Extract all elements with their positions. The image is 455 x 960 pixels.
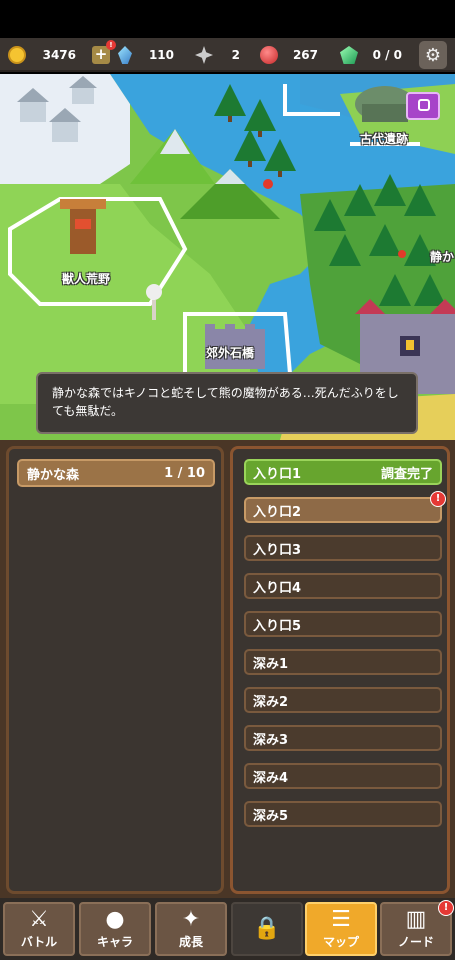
stage-entrance-3[interactable]: 入り口3	[244, 535, 442, 561]
gold-value: 3476	[42, 48, 76, 62]
stage-entrance-1[interactable]: 入り口1 調査完了	[244, 459, 442, 485]
ruby-icon	[260, 46, 278, 64]
nav-battle[interactable]: ⚔ バトル	[3, 902, 75, 956]
stage-label: 入り口3	[253, 542, 302, 558]
nav-chara[interactable]: ● キャラ	[79, 902, 151, 956]
area-name: 静かな森	[27, 467, 80, 483]
person-icon: ●	[105, 907, 125, 932]
map-label-ancient-ruins[interactable]: 古代遺跡	[360, 130, 408, 147]
crystal-icon	[118, 46, 132, 64]
notification-badge: !	[106, 40, 116, 50]
sparkle-icon: ✦	[181, 907, 201, 932]
book-icon: ▥	[405, 907, 427, 932]
camera-button[interactable]	[406, 92, 440, 120]
gold-coin-icon	[8, 46, 26, 64]
lock-icon: 🔒	[253, 916, 281, 941]
settings-button[interactable]: ⚙	[419, 41, 447, 69]
nav-label: 成長	[178, 935, 203, 949]
nav-label: マップ	[322, 935, 359, 949]
shard-icon	[195, 46, 213, 64]
emerald-icon	[340, 46, 358, 64]
signpost-icon: ☰	[331, 907, 351, 932]
stage-list-panel: 入り口1 調査完了 入り口2 ! 入り口3 入り口4 入り口5 深み1 深み2 …	[230, 446, 450, 894]
stage-label: 深み3	[253, 732, 289, 748]
stage-status: 調査完了	[380, 466, 433, 482]
map-label-beast-wasteland[interactable]: 獣人荒野	[62, 270, 110, 287]
notification-badge: !	[430, 491, 446, 507]
nav-map[interactable]: ☰ マップ	[305, 902, 377, 956]
stage-entrance-2[interactable]: 入り口2 !	[244, 491, 446, 523]
stage-label: 深み1	[253, 656, 289, 672]
add-gold-button[interactable]: +!	[92, 38, 116, 72]
stage-label: 入り口1	[253, 466, 302, 482]
nav-label: ノード	[397, 935, 434, 949]
nav-growth[interactable]: ✦ 成長	[155, 902, 227, 956]
stage-label: 入り口4	[253, 580, 302, 596]
stage-label: 深み2	[253, 694, 289, 710]
stage-label: 入り口5	[253, 618, 302, 634]
stage-depth-1[interactable]: 深み1	[244, 649, 442, 675]
map-label-quiet-forest[interactable]: 静か	[430, 248, 454, 265]
status-bar	[0, 0, 455, 38]
gear-icon[interactable]: ⚙	[425, 45, 441, 66]
nav-label: キャラ	[96, 935, 133, 949]
shard-resource	[195, 38, 213, 72]
area-progress: 1 / 10	[164, 465, 205, 481]
crystal-resource	[118, 38, 132, 72]
resource-bar: 3476 +! 110 2 267 0 / 0 ⚙	[0, 38, 455, 72]
nav-locked[interactable]: 🔒	[231, 902, 303, 956]
emerald-resource	[340, 38, 358, 72]
plus-icon[interactable]: +!	[92, 40, 116, 64]
stage-entrance-5[interactable]: 入り口5	[244, 611, 442, 637]
gold-resource	[8, 38, 26, 72]
stage-label: 深み4	[253, 770, 289, 786]
stage-depth-5[interactable]: 深み5	[244, 801, 442, 827]
stage-label: 深み5	[253, 808, 289, 824]
nav-label: バトル	[20, 935, 58, 949]
stage-depth-3[interactable]: 深み3	[244, 725, 442, 751]
stage-depth-2[interactable]: 深み2	[244, 687, 442, 713]
stage-label: 入り口2	[253, 504, 302, 520]
map-label-suburb-bridge[interactable]: 郊外石橋	[206, 344, 254, 361]
shard-value: 2	[231, 48, 240, 62]
area-description-tooltip: 静かな森ではキノコと蛇そして熊の魔物がある…死んだふりをしても無駄だ。	[36, 372, 418, 434]
area-item-quiet-forest[interactable]: 静かな森 1 / 10	[17, 459, 215, 487]
stage-depth-4[interactable]: 深み4	[244, 763, 442, 789]
area-list-panel: 静かな森 1 / 10	[6, 446, 224, 894]
bottom-nav: ⚔ バトル ● キャラ ✦ 成長 🔒 ☰ マップ ▥ ノード !	[0, 898, 455, 960]
ruby-resource	[260, 38, 278, 72]
stage-entrance-4[interactable]: 入り口4	[244, 573, 442, 599]
crystal-value: 110	[148, 48, 174, 62]
crossed-swords-icon: ⚔	[29, 907, 49, 932]
emerald-value: 0 / 0	[372, 48, 402, 62]
nav-node[interactable]: ▥ ノード !	[380, 900, 454, 956]
ruby-value: 267	[292, 48, 318, 62]
notification-badge: !	[438, 900, 454, 916]
camera-icon[interactable]	[418, 99, 430, 111]
